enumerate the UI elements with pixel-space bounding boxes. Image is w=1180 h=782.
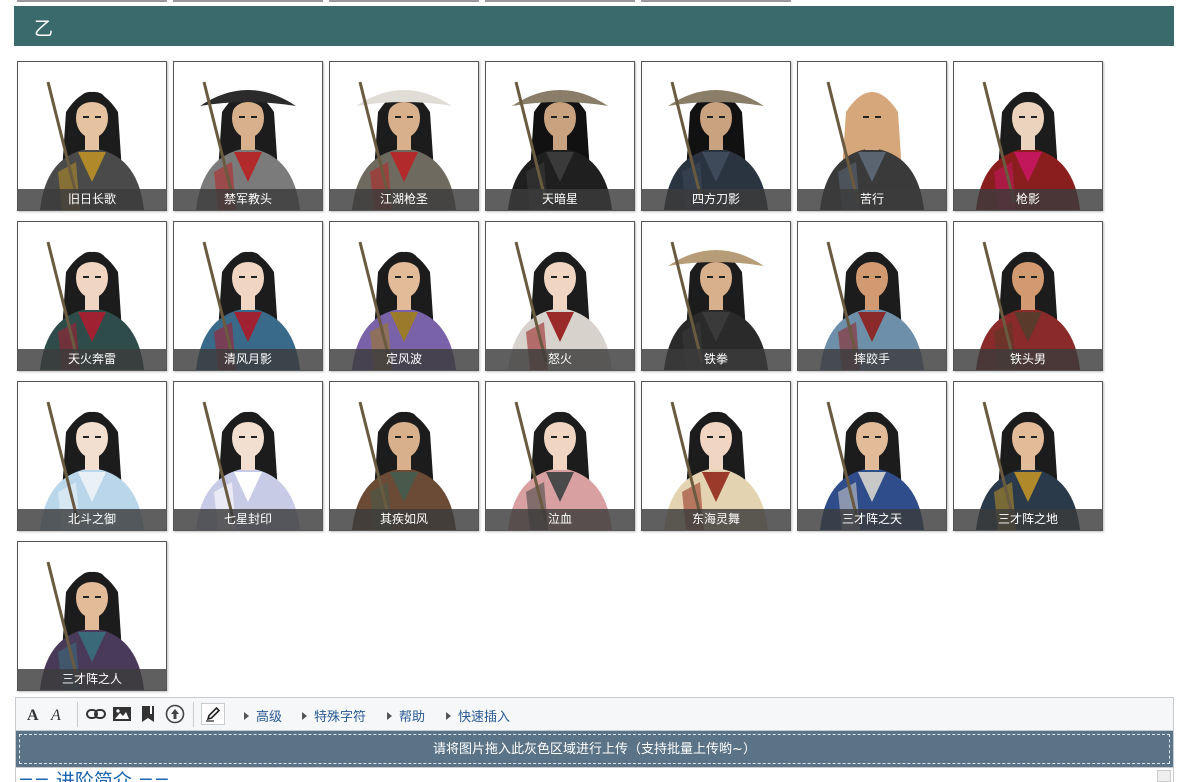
character-name: 铁拳 xyxy=(642,349,790,370)
character-portrait xyxy=(40,81,144,210)
toolbar-divider xyxy=(193,702,194,727)
character-portrait xyxy=(664,81,768,210)
bold-icon[interactable]: A xyxy=(22,703,44,725)
character-portrait xyxy=(508,241,612,370)
character-card[interactable]: 定风波 xyxy=(329,221,479,371)
character-name: 三才阵之人 xyxy=(18,669,166,690)
toolbar-link-label: 帮助 xyxy=(399,710,426,725)
character-card[interactable]: 旧日长歌 xyxy=(17,61,167,211)
toolbar-link-help[interactable]: 帮助 xyxy=(387,706,425,725)
section-title: 乙 xyxy=(34,18,54,40)
previous-row-bottom-edges xyxy=(17,0,817,2)
expand-triangle-icon xyxy=(244,711,249,720)
character-portrait xyxy=(976,241,1080,370)
character-card[interactable]: 七星封印 xyxy=(173,381,323,531)
character-name: 四方刀影 xyxy=(642,189,790,210)
upload-drop-zone[interactable]: 请将图片拖入此灰色区域进行上传（支持批量上传哟~） xyxy=(15,730,1174,768)
toolbar-link-label: 快速插入 xyxy=(458,710,511,725)
character-name: 北斗之御 xyxy=(18,509,166,530)
character-portrait xyxy=(40,241,144,370)
toolbar-divider xyxy=(77,702,78,727)
character-name: 铁头男 xyxy=(954,349,1102,370)
pencil-icon[interactable] xyxy=(201,703,225,725)
character-portrait xyxy=(352,241,456,370)
editor-textarea[interactable]: == 进阶简介 == xyxy=(15,768,1174,782)
character-portrait xyxy=(352,401,456,530)
character-card[interactable]: 摔跤手 xyxy=(797,221,947,371)
character-card[interactable]: 泣血 xyxy=(485,381,635,531)
upload-drop-zone-text: 请将图片拖入此灰色区域进行上传（支持批量上传哟~） xyxy=(19,734,1170,764)
character-name: 摔跤手 xyxy=(798,349,946,370)
upload-icon[interactable] xyxy=(163,703,187,725)
svg-text:A: A xyxy=(27,707,39,722)
character-portrait xyxy=(508,81,612,210)
character-portrait xyxy=(820,401,924,530)
toolbar-link-label: 高级 xyxy=(256,710,283,725)
character-name: 三才阵之地 xyxy=(954,509,1102,530)
character-name: 怒火 xyxy=(486,349,634,370)
character-portrait xyxy=(196,241,300,370)
character-name: 三才阵之天 xyxy=(798,509,946,530)
character-portrait xyxy=(40,561,144,690)
bookmark-icon[interactable] xyxy=(138,703,158,725)
character-portrait xyxy=(976,81,1080,210)
character-name: 旧日长歌 xyxy=(18,189,166,210)
character-portrait xyxy=(352,81,456,210)
character-portrait xyxy=(40,401,144,530)
character-portrait xyxy=(820,241,924,370)
character-portrait xyxy=(976,401,1080,530)
expand-triangle-icon xyxy=(387,711,392,720)
character-name: 天暗星 xyxy=(486,189,634,210)
character-portrait xyxy=(664,241,768,370)
character-name: 东海灵舞 xyxy=(642,509,790,530)
scroll-up-arrow-icon[interactable] xyxy=(1157,770,1171,782)
character-card[interactable]: 天火奔雷 xyxy=(17,221,167,371)
character-name: 其疾如风 xyxy=(330,509,478,530)
character-card[interactable]: 清风月影 xyxy=(173,221,323,371)
character-card[interactable]: 禁军教头 xyxy=(173,61,323,211)
character-card[interactable]: 东海灵舞 xyxy=(641,381,791,531)
character-name: 清风月影 xyxy=(174,349,322,370)
character-name: 枪影 xyxy=(954,189,1102,210)
character-card[interactable]: 三才阵之天 xyxy=(797,381,947,531)
character-name: 江湖枪圣 xyxy=(330,189,478,210)
toolbar-link-advanced[interactable]: 高级 xyxy=(244,706,282,725)
editor-toolbar: A A 高级 特殊字符 帮助 快速插入 xyxy=(15,697,1174,730)
character-card[interactable]: 苦行 xyxy=(797,61,947,211)
italic-icon[interactable]: A xyxy=(46,703,68,725)
character-card[interactable]: 铁拳 xyxy=(641,221,791,371)
character-portrait xyxy=(508,401,612,530)
toolbar-link-special-chars[interactable]: 特殊字符 xyxy=(302,706,366,725)
character-name: 禁军教头 xyxy=(174,189,322,210)
svg-text:A: A xyxy=(50,707,61,722)
link-icon[interactable] xyxy=(84,703,108,725)
character-card[interactable]: 三才阵之地 xyxy=(953,381,1103,531)
character-name: 苦行 xyxy=(798,189,946,210)
character-portrait xyxy=(196,81,300,210)
character-card[interactable]: 枪影 xyxy=(953,61,1103,211)
section-header: 乙 xyxy=(14,6,1174,46)
editor-visible-text: == 进阶简介 == xyxy=(18,770,170,782)
character-card[interactable]: 北斗之御 xyxy=(17,381,167,531)
character-portrait xyxy=(664,401,768,530)
character-card[interactable]: 四方刀影 xyxy=(641,61,791,211)
character-card[interactable]: 天暗星 xyxy=(485,61,635,211)
image-icon[interactable] xyxy=(111,703,133,725)
character-name: 七星封印 xyxy=(174,509,322,530)
expand-triangle-icon xyxy=(302,711,307,720)
character-card[interactable]: 其疾如风 xyxy=(329,381,479,531)
character-name: 泣血 xyxy=(486,509,634,530)
character-name: 定风波 xyxy=(330,349,478,370)
toolbar-link-label: 特殊字符 xyxy=(314,710,367,725)
character-portrait xyxy=(820,81,924,210)
character-card[interactable]: 三才阵之人 xyxy=(17,541,167,691)
character-name: 天火奔雷 xyxy=(18,349,166,370)
character-card[interactable]: 铁头男 xyxy=(953,221,1103,371)
expand-triangle-icon xyxy=(446,711,451,720)
character-card[interactable]: 江湖枪圣 xyxy=(329,61,479,211)
character-card[interactable]: 怒火 xyxy=(485,221,635,371)
toolbar-link-quick-insert[interactable]: 快速插入 xyxy=(446,706,510,725)
character-portrait xyxy=(196,401,300,530)
